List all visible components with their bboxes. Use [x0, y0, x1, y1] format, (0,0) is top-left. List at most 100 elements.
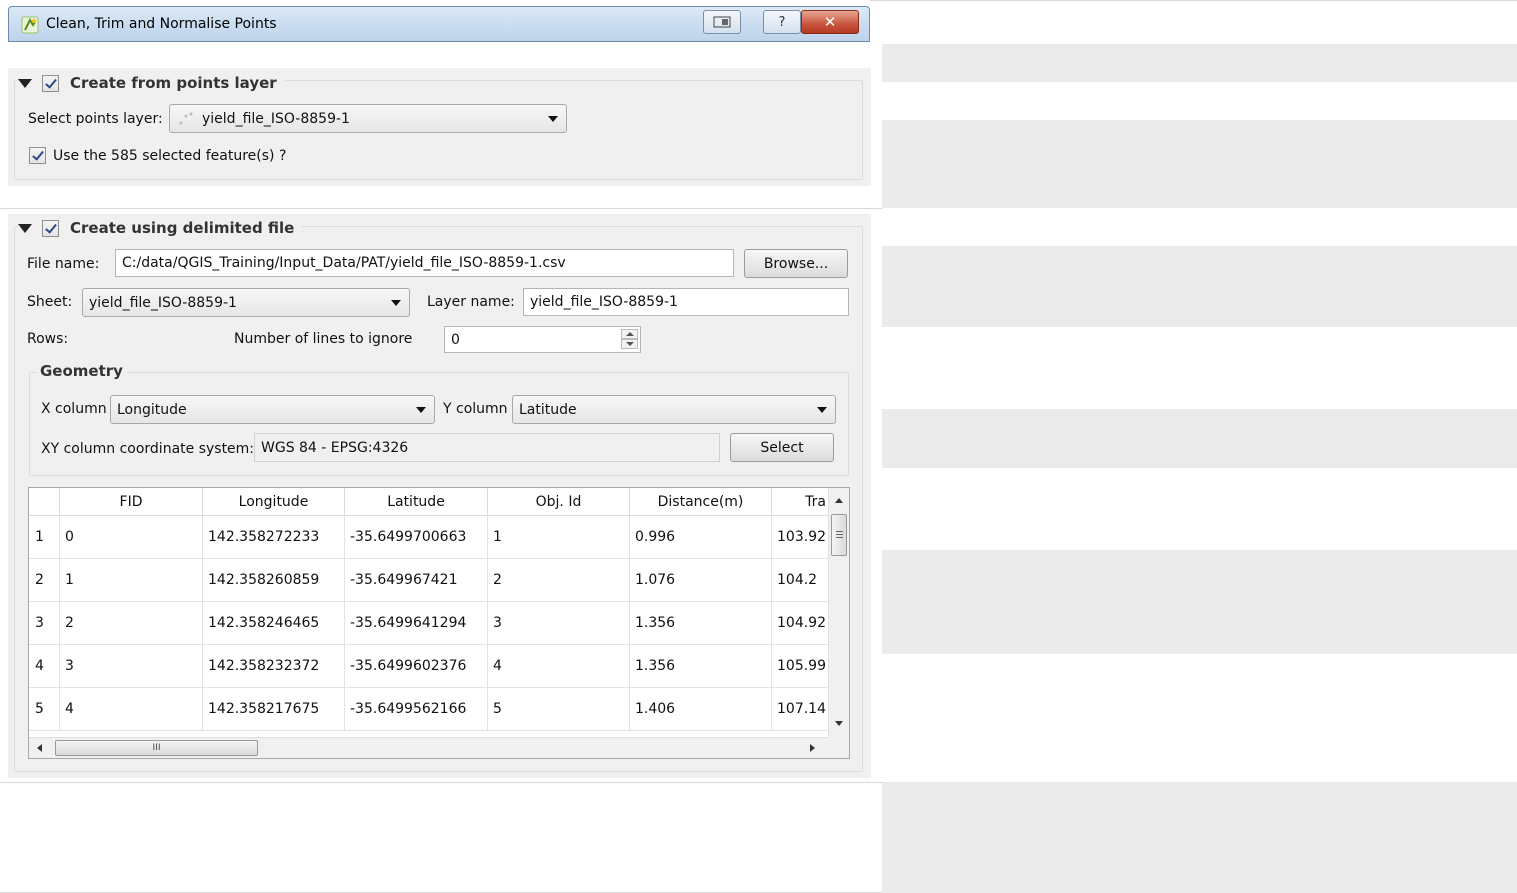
- lines-to-ignore-spinbox[interactable]: 0: [444, 326, 641, 353]
- table-cell[interactable]: -35.649967421: [345, 559, 488, 602]
- points-layer-value: yield_file_ISO-8859-1: [202, 110, 350, 127]
- table-cell[interactable]: 1: [488, 516, 630, 559]
- select-crs-button[interactable]: Select: [730, 433, 834, 462]
- x-column-label: X column: [41, 401, 107, 417]
- scroll-down-icon[interactable]: [835, 721, 843, 726]
- column-header-distance[interactable]: Distance(m): [630, 488, 772, 516]
- table-cell[interactable]: 142.358217675: [203, 688, 345, 731]
- table-cell[interactable]: 142.358246465: [203, 602, 345, 645]
- column-header-track[interactable]: Tra: [772, 488, 829, 516]
- table-cell[interactable]: 142.358260859: [203, 559, 345, 602]
- chevron-down-icon: [817, 407, 827, 413]
- column-header-latitude[interactable]: Latitude: [345, 488, 488, 516]
- window-title: Clean, Trim and Normalise Points: [46, 16, 277, 32]
- table-cell[interactable]: 1.076: [630, 559, 772, 602]
- row-header[interactable]: 3: [29, 602, 60, 645]
- delimited-file-checkbox[interactable]: [42, 219, 59, 237]
- help-label: ?: [778, 14, 786, 30]
- help-button[interactable]: ?: [763, 10, 801, 34]
- table-cell[interactable]: 0: [60, 516, 203, 559]
- table-cell[interactable]: 3: [60, 645, 203, 688]
- context-help-button[interactable]: [703, 10, 741, 34]
- collapse-arrow-icon[interactable]: [18, 223, 32, 233]
- vertical-scrollbar[interactable]: [828, 488, 849, 738]
- table-row[interactable]: 1 0 142.358272233 -35.6499700663 1 0.996…: [29, 516, 829, 559]
- horizontal-scroll-thumb[interactable]: III: [55, 740, 258, 756]
- close-button[interactable]: ✕: [801, 10, 859, 34]
- sheet-combo[interactable]: yield_file_ISO-8859-1: [82, 288, 410, 317]
- use-selected-row[interactable]: Use the 585 selected feature(s) ?: [29, 147, 286, 164]
- table-cell[interactable]: 5: [488, 688, 630, 731]
- chevron-down-icon: [416, 407, 426, 413]
- table-cell[interactable]: 2: [488, 559, 630, 602]
- column-header-longitude[interactable]: Longitude: [203, 488, 345, 516]
- table-cell[interactable]: -35.6499602376: [345, 645, 488, 688]
- table-cell[interactable]: 4: [60, 688, 203, 731]
- delimited-file-section: Create using delimited file File name: C…: [8, 214, 871, 778]
- points-layer-section: Create from points layer Select points l…: [8, 68, 871, 186]
- layer-name-input[interactable]: yield_file_ISO-8859-1: [523, 288, 849, 316]
- table-cell[interactable]: 107.14: [772, 688, 829, 731]
- row-header[interactable]: 4: [29, 645, 60, 688]
- table-cell[interactable]: -35.6499641294: [345, 602, 488, 645]
- points-layer-checkbox[interactable]: [42, 74, 59, 92]
- table-cell[interactable]: 1.406: [630, 688, 772, 731]
- background-stripe: [882, 246, 1517, 327]
- use-selected-checkbox[interactable]: [29, 147, 46, 164]
- table-cell[interactable]: 1: [60, 559, 203, 602]
- scroll-right-icon[interactable]: [810, 744, 815, 752]
- horizontal-scrollbar[interactable]: III: [29, 737, 829, 758]
- row-header[interactable]: 1: [29, 516, 60, 559]
- table-cell[interactable]: 3: [488, 602, 630, 645]
- lines-to-ignore-label: Number of lines to ignore: [234, 331, 413, 347]
- table-cell[interactable]: -35.6499700663: [345, 516, 488, 559]
- table-cell[interactable]: 1.356: [630, 602, 772, 645]
- table-row[interactable]: 3 2 142.358246465 -35.6499641294 3 1.356…: [29, 602, 829, 645]
- column-header-fid[interactable]: FID: [60, 488, 203, 516]
- table-row[interactable]: 4 3 142.358232372 -35.6499602376 4 1.356…: [29, 645, 829, 688]
- context-help-icon: [713, 16, 731, 28]
- background-stripe: [882, 550, 1517, 654]
- column-header-obj-id[interactable]: Obj. Id: [488, 488, 630, 516]
- row-header[interactable]: 2: [29, 559, 60, 602]
- layer-name-label: Layer name:: [427, 294, 515, 310]
- crs-field: WGS 84 - EPSG:4326: [254, 433, 720, 462]
- table-cell[interactable]: 104.2: [772, 559, 829, 602]
- row-header[interactable]: 5: [29, 688, 60, 731]
- preview-table[interactable]: FID Longitude Latitude Obj. Id Distance(…: [28, 487, 850, 759]
- table-cell[interactable]: 104.92: [772, 602, 829, 645]
- corner-header: [29, 488, 60, 516]
- select-points-layer-label: Select points layer:: [28, 111, 163, 127]
- points-layer-header[interactable]: Create from points layer: [18, 74, 285, 92]
- y-column-combo[interactable]: Latitude: [512, 395, 836, 424]
- table-cell[interactable]: 103.92: [772, 516, 829, 559]
- scroll-left-icon[interactable]: [37, 744, 42, 752]
- point-layer-icon: [179, 112, 193, 124]
- delimited-file-header[interactable]: Create using delimited file: [18, 219, 303, 237]
- table-cell[interactable]: 142.358232372: [203, 645, 345, 688]
- table-cell[interactable]: 2: [60, 602, 203, 645]
- points-layer-title: Create from points layer: [70, 74, 277, 92]
- x-column-combo[interactable]: Longitude: [110, 395, 435, 424]
- table-cell[interactable]: 142.358272233: [203, 516, 345, 559]
- lines-to-ignore-value: 0: [451, 331, 460, 348]
- points-layer-combo[interactable]: yield_file_ISO-8859-1: [169, 104, 567, 133]
- table-cell[interactable]: 1.356: [630, 645, 772, 688]
- browse-button[interactable]: Browse...: [744, 249, 848, 278]
- spin-down-icon[interactable]: [621, 339, 638, 349]
- table-row[interactable]: 5 4 142.358217675 -35.6499562166 5 1.406…: [29, 688, 829, 731]
- rows-label: Rows:: [27, 331, 69, 347]
- vertical-scroll-thumb[interactable]: [831, 514, 847, 556]
- y-column-value: Latitude: [519, 401, 577, 418]
- spin-up-icon[interactable]: [621, 329, 638, 339]
- collapse-arrow-icon[interactable]: [18, 78, 32, 88]
- table-cell[interactable]: 105.99: [772, 645, 829, 688]
- scroll-up-icon[interactable]: [835, 498, 843, 503]
- table-cell[interactable]: 0.996: [630, 516, 772, 559]
- table-cell[interactable]: 4: [488, 645, 630, 688]
- table-cell[interactable]: -35.6499562166: [345, 688, 488, 731]
- file-name-input[interactable]: C:/data/QGIS_Training/Input_Data/PAT/yie…: [115, 249, 734, 277]
- chevron-down-icon: [548, 116, 558, 122]
- table-row[interactable]: 2 1 142.358260859 -35.649967421 2 1.076 …: [29, 559, 829, 602]
- background-stripe: [882, 409, 1517, 468]
